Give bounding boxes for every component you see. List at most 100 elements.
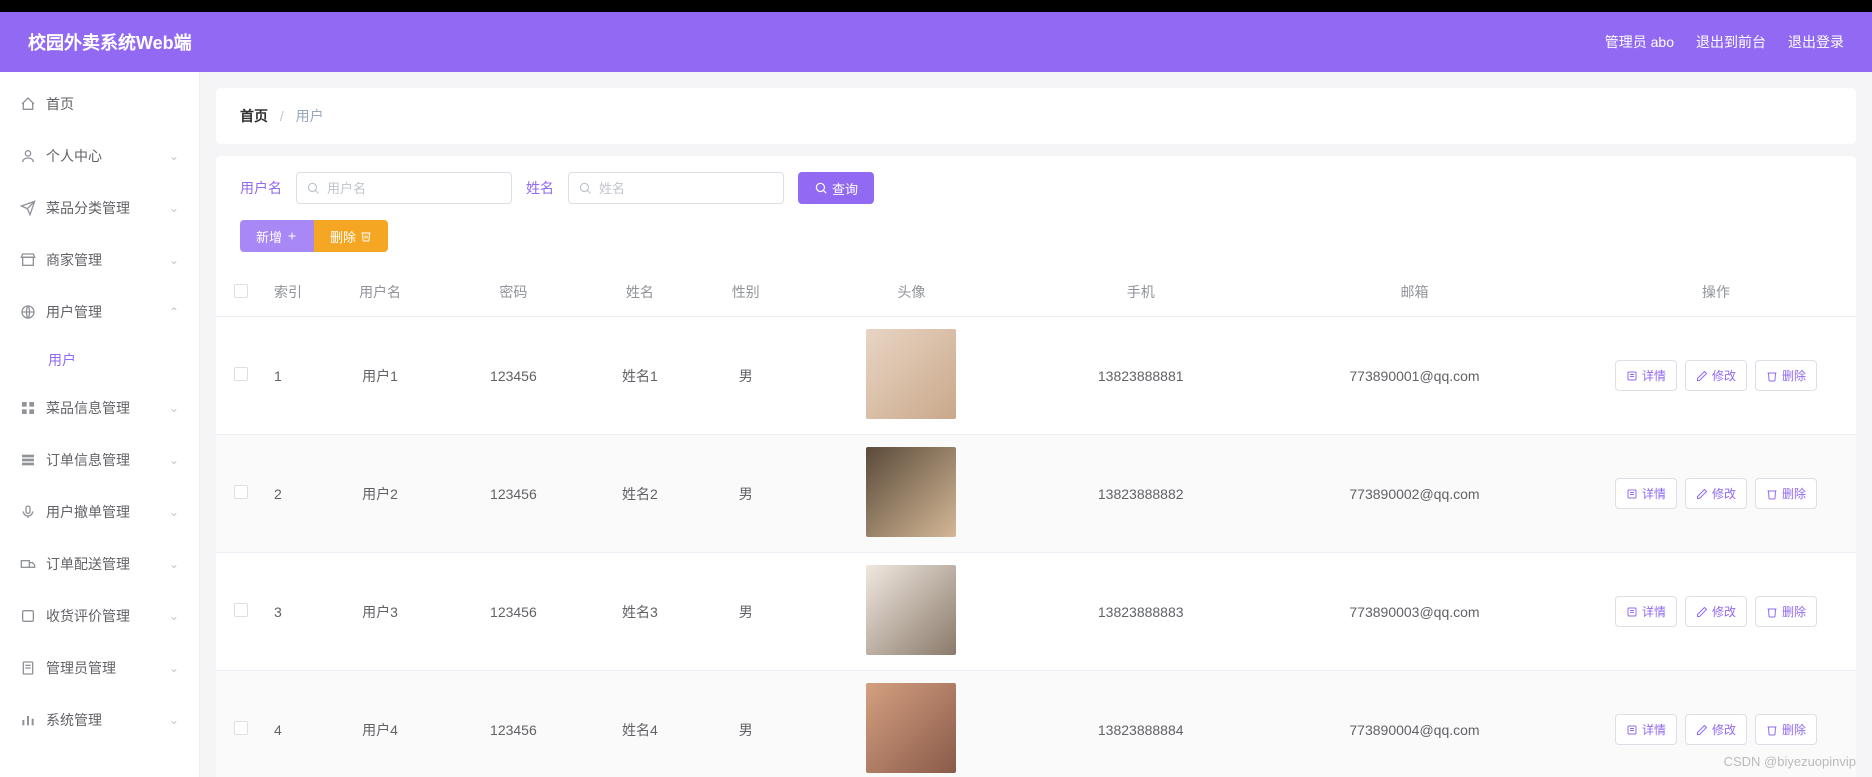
app-title: 校园外卖系统Web端 xyxy=(28,29,192,55)
sidebar-item-0[interactable]: 首页 xyxy=(0,78,199,130)
chevron-down-icon: ⌄ xyxy=(169,453,179,467)
avatar xyxy=(866,447,956,537)
detail-button[interactable]: 详情 xyxy=(1615,596,1677,627)
cell-phone: 13823888882 xyxy=(1028,435,1253,553)
action-bar: 新增 删除 xyxy=(216,212,1856,268)
sidebar-item-8[interactable]: 订单配送管理⌄ xyxy=(0,538,199,590)
detail-icon xyxy=(1626,724,1638,736)
sidebar-item-5[interactable]: 菜品信息管理⌄ xyxy=(0,382,199,434)
delete-button[interactable]: 删除 xyxy=(1755,714,1817,745)
cell-avatar xyxy=(794,553,1028,671)
list-icon xyxy=(20,452,36,468)
edit-button[interactable]: 修改 xyxy=(1685,360,1747,391)
detail-button[interactable]: 详情 xyxy=(1615,478,1677,509)
select-all-checkbox[interactable] xyxy=(234,284,248,298)
table-row: 3 用户3 123456 姓名3 男 13823888883 773890003… xyxy=(216,553,1856,671)
table-row: 1 用户1 123456 姓名1 男 13823888881 773890001… xyxy=(216,317,1856,435)
add-button[interactable]: 新增 xyxy=(240,220,314,252)
user-table: 索引 用户名 密码 姓名 性别 头像 手机 邮箱 操作 1 用户1 123456… xyxy=(216,268,1856,777)
delete-label: 删除 xyxy=(1782,721,1806,738)
cell-username: 用户3 xyxy=(316,553,444,671)
sidebar-item-label: 收货评价管理 xyxy=(46,606,169,626)
sidebar-item-10[interactable]: 管理员管理⌄ xyxy=(0,642,199,694)
th-index: 索引 xyxy=(266,268,316,317)
logout-link[interactable]: 退出登录 xyxy=(1788,32,1844,52)
sidebar-item-4[interactable]: 用户管理⌃ xyxy=(0,286,199,338)
cell-name: 姓名3 xyxy=(583,553,697,671)
sidebar-item-label: 系统管理 xyxy=(46,710,169,730)
search-name-input[interactable] xyxy=(568,172,784,204)
row-checkbox[interactable] xyxy=(234,367,248,381)
avatar xyxy=(866,565,956,655)
sidebar-item-label: 订单配送管理 xyxy=(46,554,169,574)
detail-label: 详情 xyxy=(1642,721,1666,738)
detail-button[interactable]: 详情 xyxy=(1615,360,1677,391)
edit-button[interactable]: 修改 xyxy=(1685,714,1747,745)
cell-password: 123456 xyxy=(444,317,583,435)
chevron-down-icon: ⌄ xyxy=(169,253,179,267)
truck-icon xyxy=(20,556,36,572)
sidebar-item-3[interactable]: 商家管理⌄ xyxy=(0,234,199,286)
detail-icon xyxy=(1626,488,1638,500)
shop-icon xyxy=(20,252,36,268)
sidebar-item-11[interactable]: 系统管理⌄ xyxy=(0,694,199,746)
breadcrumb-home[interactable]: 首页 xyxy=(240,108,268,124)
edit-button[interactable]: 修改 xyxy=(1685,596,1747,627)
edit-icon xyxy=(1696,724,1708,736)
search-username-input[interactable] xyxy=(296,172,512,204)
chevron-down-icon: ⌄ xyxy=(169,505,179,519)
th-ops: 操作 xyxy=(1576,268,1856,317)
sidebar-item-label: 用户撤单管理 xyxy=(46,502,169,522)
cell-password: 123456 xyxy=(444,435,583,553)
edit-label: 修改 xyxy=(1712,485,1736,502)
sidebar-item-2[interactable]: 菜品分类管理⌄ xyxy=(0,182,199,234)
delete-button[interactable]: 删除 xyxy=(1755,596,1817,627)
detail-icon xyxy=(1626,370,1638,382)
cell-index: 1 xyxy=(266,317,316,435)
cell-gender: 男 xyxy=(697,435,794,553)
plus-icon xyxy=(286,230,298,242)
cell-gender: 男 xyxy=(697,671,794,777)
doc-icon xyxy=(20,660,36,676)
delete-label: 删除 xyxy=(1782,603,1806,620)
chevron-down-icon: ⌄ xyxy=(169,661,179,675)
detail-button[interactable]: 详情 xyxy=(1615,714,1677,745)
sidebar-item-9[interactable]: 收货评价管理⌄ xyxy=(0,590,199,642)
delete-button[interactable]: 删除 xyxy=(1755,360,1817,391)
add-button-label: 新增 xyxy=(256,227,282,246)
avatar xyxy=(866,329,956,419)
search-icon xyxy=(814,181,828,195)
sidebar-item-label: 首页 xyxy=(46,94,179,114)
sidebar-item-7[interactable]: 用户撤单管理⌄ xyxy=(0,486,199,538)
sidebar-subitem[interactable]: 用户 xyxy=(0,338,199,382)
query-button[interactable]: 查询 xyxy=(798,172,874,204)
send-icon xyxy=(20,200,36,216)
current-user-label[interactable]: 管理员 abo xyxy=(1605,32,1674,52)
to-frontend-link[interactable]: 退出到前台 xyxy=(1696,32,1766,52)
delete-button[interactable]: 删除 xyxy=(1755,478,1817,509)
chevron-down-icon: ⌄ xyxy=(169,201,179,215)
row-checkbox[interactable] xyxy=(234,721,248,735)
delete-batch-button[interactable]: 删除 xyxy=(314,220,388,252)
th-password: 密码 xyxy=(444,268,583,317)
breadcrumb-separator: / xyxy=(280,108,284,124)
app-header: 校园外卖系统Web端 管理员 abo 退出到前台 退出登录 xyxy=(0,12,1872,72)
avatar xyxy=(866,683,956,773)
cell-phone: 13823888883 xyxy=(1028,553,1253,671)
watermark: CSDN @biyezuopinvip xyxy=(1724,754,1856,769)
chevron-down-icon: ⌄ xyxy=(169,713,179,727)
search-name-label: 姓名 xyxy=(526,178,554,198)
edit-button[interactable]: 修改 xyxy=(1685,478,1747,509)
table-row: 4 用户4 123456 姓名4 男 13823888884 773890004… xyxy=(216,671,1856,777)
row-checkbox[interactable] xyxy=(234,485,248,499)
sidebar-item-1[interactable]: 个人中心⌄ xyxy=(0,130,199,182)
cell-gender: 男 xyxy=(697,553,794,671)
cell-email: 773890001@qq.com xyxy=(1253,317,1576,435)
sidebar-item-label: 菜品信息管理 xyxy=(46,398,169,418)
th-name: 姓名 xyxy=(583,268,697,317)
cell-phone: 13823888884 xyxy=(1028,671,1253,777)
sidebar-item-6[interactable]: 订单信息管理⌄ xyxy=(0,434,199,486)
content-panel: 用户名 姓名 查询 新增 xyxy=(216,156,1856,777)
box-icon xyxy=(20,608,36,624)
row-checkbox[interactable] xyxy=(234,603,248,617)
